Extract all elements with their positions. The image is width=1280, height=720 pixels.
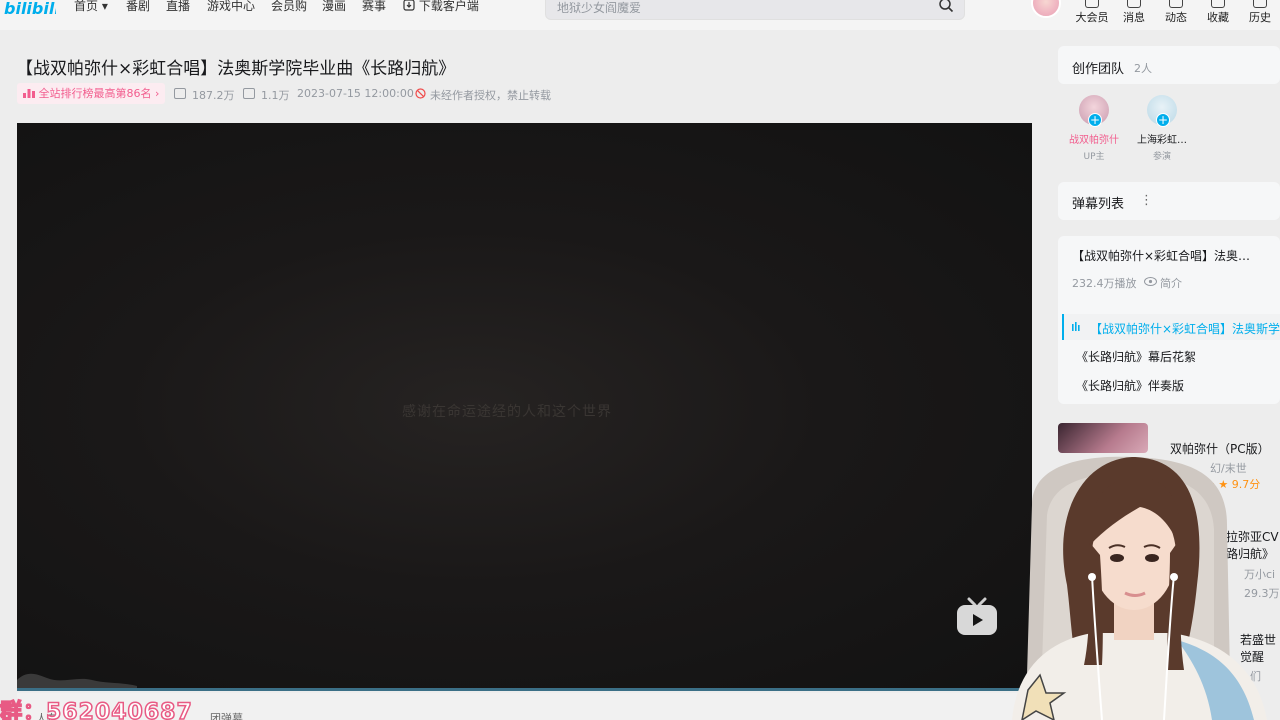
page: bilibili 首页 ▾ 番剧 直播 游戏中心 会员购 漫画 赛事 下载客户端… [0,0,1280,720]
video-subtitle: 感谢在命运途经的人和这个世界 [402,404,612,420]
no-repost-icon [415,88,426,99]
follow-plus-icon[interactable]: + [1156,113,1170,127]
search-input[interactable] [557,0,927,17]
nav-download-client[interactable]: 下载客户端 [403,0,479,14]
team-count: 2人 [1134,62,1152,75]
publish-date: 2023-07-15 12:00:00 [297,87,414,100]
collection-item-1[interactable]: 《长路归航》幕后花絮 [1076,348,1196,365]
nav-dynamics[interactable]: 动态 [1156,0,1196,25]
group-number-overlay: 群：562040687 [0,699,193,720]
rank-badge[interactable]: 全站排行榜最高第86名 › [17,83,166,104]
nav-favorites[interactable]: 收藏 [1198,0,1238,25]
nav-esports[interactable]: 赛事 [362,0,386,14]
download-icon [403,0,415,11]
svg-text:bilibili: bilibili [4,0,56,18]
nav-mall[interactable]: 会员购 [271,0,307,14]
video-player[interactable]: 感谢在命运途经的人和这个世界 [17,123,1032,691]
collection-plays: 232.4万播放 [1072,277,1137,290]
avatar: + [1147,95,1177,127]
eye-icon [1144,277,1157,286]
views-icon [174,88,186,99]
top-navbar: bilibili 首页 ▾ 番剧 直播 游戏中心 会员购 漫画 赛事 下载客户端… [0,0,1280,30]
nav-history[interactable]: 历史 [1240,0,1280,25]
nav-vip[interactable]: 大会员 [1072,0,1112,25]
view-count: 187.2万 [192,89,235,102]
bilibili-logo[interactable]: bilibili [4,0,56,20]
audio-wave [17,673,137,688]
collection-title[interactable]: 【战双帕弥什×彩虹合唱】法奥… [1072,247,1250,264]
nav-live[interactable]: 直播 [166,0,190,14]
message-icon [1127,0,1141,8]
team-title: 创作团队 [1072,62,1125,77]
user-avatar[interactable] [1031,0,1061,18]
copyright-notice: 未经作者授权，禁止转载 [430,89,551,102]
nav-anime[interactable]: 番剧 [126,0,150,14]
vip-icon [1085,0,1099,8]
danmaku-icon [243,88,255,99]
collection-item-2[interactable]: 《长路归航》伴奏版 [1076,377,1184,394]
danmaku-toggle-label[interactable]: 团弹幕 [210,710,243,720]
nav-manga[interactable]: 漫画 [322,0,346,14]
dynamic-icon [1169,0,1183,8]
team-member-1[interactable]: + 上海彩虹… 参演 [1126,95,1198,162]
nav-messages[interactable]: 消息 [1114,0,1154,25]
history-icon [1253,0,1267,8]
avatar: + [1079,95,1109,127]
streamer-webcam-overlay [1012,456,1267,720]
search-icon[interactable] [938,0,954,13]
more-options-icon[interactable]: ⋮ [1140,193,1153,208]
danmaku-list-title: 弹幕列表 [1072,197,1125,212]
team-member-0[interactable]: + 战双帕弥什 UP主 [1058,95,1130,162]
nav-home[interactable]: 首页 ▾ [74,0,108,14]
search-box [545,0,965,20]
playing-icon [1072,322,1080,331]
favorite-icon [1211,0,1225,8]
danmaku-count: 1.1万 [261,89,290,102]
progress-bar[interactable] [17,688,1032,691]
follow-plus-icon[interactable]: + [1088,113,1102,127]
collection-intro[interactable]: 简介 [1160,275,1182,291]
rank-icon [23,89,35,98]
collection-item-0[interactable]: 【战双帕弥什×彩虹合唱】法奥斯学 [1090,320,1280,337]
nav-game-center[interactable]: 游戏中心 [207,0,255,14]
video-title: 【战双帕弥什×彩虹合唱】法奥斯学院毕业曲《长路归航》 [16,59,456,79]
